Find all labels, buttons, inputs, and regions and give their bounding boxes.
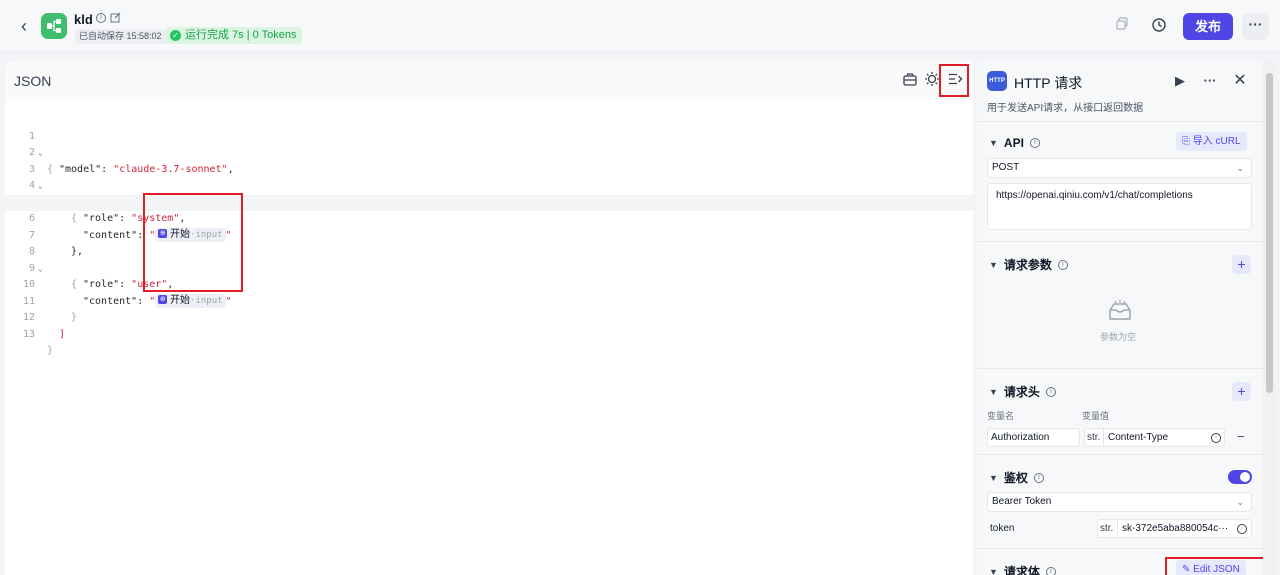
col-header-value: 变量值 [1082,411,1110,421]
auth-toggle[interactable] [1228,470,1252,484]
auth-type-value: Bearer Token [992,496,1052,507]
params-section-title[interactable]: ▼ 请求参数 i [989,256,1068,273]
auth-type-select[interactable]: Bearer Token ⌄ [987,492,1252,512]
info-icon[interactable]: i [1045,566,1056,575]
method-value: POST [992,162,1020,173]
code-line: 3 ⌄ "messages": [ [5,145,973,208]
chevron-down-icon: ⌄ [1236,163,1244,173]
auth-section-title[interactable]: ▼ 鉴权 i [989,469,1044,486]
edit-icon[interactable] [110,12,121,26]
code-line: 13 } [5,310,973,357]
sun-icon[interactable] [924,71,942,89]
code-line-active: 6 "content": " ⊕ 开始·input " [5,194,973,242]
back-arrow-icon[interactable]: ‹ [14,16,34,36]
chevron-down-icon: ⌄ [1236,497,1244,507]
edit-json-button[interactable]: ✎ Edit JSON [1176,560,1246,575]
code-line: 1 ⌄ { [5,112,973,175]
copy-icon[interactable] [1115,17,1133,35]
code-line: 7 }, [5,211,973,258]
info-icon[interactable]: i [96,13,106,23]
params-section: ▼ 请求参数 i + 参数为空 [977,241,1263,368]
info-icon[interactable]: i [1033,472,1044,483]
url-input[interactable]: https://openai.qiniu.com/v1/chat/complet… [987,183,1252,230]
node-title[interactable]: HTTP 请求 [1014,73,1082,93]
col-header-name: 变量名 [987,411,1015,421]
editor-title: JSON [14,73,52,89]
method-select[interactable]: POST ⌄ [987,158,1252,178]
chevron-down-icon: ▼ [989,259,998,270]
run-status-badge[interactable]: ✓ 运行完成 7s | 0 Tokens [165,27,303,44]
add-param-button[interactable]: + [1232,255,1251,274]
empty-box-icon [1107,300,1133,322]
section-label: 请求参数 [1003,258,1052,272]
toolbox-icon[interactable] [902,71,920,89]
header-type-tag[interactable]: str. [1084,428,1103,447]
token-label: token [990,523,1015,534]
code-line: 5 "role": "system", [5,178,973,225]
header-value-input[interactable]: Content-Type [1103,428,1225,447]
top-bar: ‹ kld i 已自动保存 15:58:02 ✓ 运行完成 7s | 0 Tok… [0,0,1280,52]
variable-picker-icon[interactable]: · [1211,433,1221,443]
check-circle-icon: ✓ [170,30,181,41]
headers-section-title[interactable]: ▼ 请求头 i [989,383,1056,400]
code-area[interactable]: 1 ⌄ { 2 "model": "claude-3.7-sonnet", 3 … [5,112,973,357]
info-icon[interactable]: i [1045,386,1056,397]
chevron-down-icon: ▼ [989,138,998,148]
run-play-icon[interactable]: ▶ [1171,72,1189,90]
params-empty-text: 参数为空 [1100,332,1137,342]
scrollbar-thumb[interactable] [1266,73,1273,393]
publish-button[interactable]: 发布 [1183,13,1233,40]
header-name-input[interactable]: Authorization [987,428,1080,447]
section-label: 请求头 [1003,385,1040,399]
format-indent-icon[interactable] [947,71,965,89]
section-label: 鉴权 [1003,471,1028,485]
section-label: API [1003,136,1024,150]
http-node-icon: HTTP [987,71,1007,91]
panel-scrollbar[interactable] [1263,61,1275,575]
chevron-down-icon: ▼ [989,472,998,483]
chevron-down-icon: ▼ [989,386,998,397]
node-description: 用于发送API请求，从接口返回数据 [987,103,1144,114]
body-section-title[interactable]: ▼ 请求体 i [989,563,1056,575]
remove-header-icon[interactable]: − [1237,429,1245,444]
headers-section: ▼ 请求头 i + 变量名 变量值 Authorization str. Conte… [977,368,1263,454]
body-section: ▼ 请求体 i ✎ Edit JSON [977,548,1263,575]
code-line: 10 "content": " ⊕ 开始·input " [5,261,973,308]
autosave-status: 已自动保存 15:58:02 [75,29,166,44]
close-icon[interactable]: ✕ [1231,72,1249,90]
code-line: 11 } [5,277,973,324]
section-label: 请求体 [1003,565,1040,575]
info-icon[interactable]: i [1029,138,1040,148]
token-type-tag[interactable]: str. [1097,519,1117,538]
variable-picker-icon[interactable]: · [1237,524,1247,534]
auth-section: ▼ 鉴权 i Bearer Token ⌄ token str. sk-372e5ab… [977,454,1263,548]
app-name: kld [74,12,93,27]
editor-header: JSON [5,61,973,99]
code-line: 4 ⌄ { [5,162,973,224]
code-line: 8 ⌄ { [5,228,973,290]
more-icon[interactable]: ··· [1201,72,1219,90]
line-number: 13 [22,328,35,340]
info-icon[interactable]: i [1057,259,1068,270]
app-logo-icon [41,13,67,39]
history-icon[interactable] [1151,17,1169,35]
import-curl-label: 导入 cURL [1192,136,1241,147]
api-section-title[interactable]: ▼ API i [989,136,1040,150]
code-line: 9 "role": "user", [5,244,973,291]
http-node-panel: HTTP HTTP 请求 ▶ ··· ✕ 用于发送API请求，从接口返回数据 ▼… [977,61,1263,575]
add-header-button[interactable]: + [1232,382,1251,401]
import-icon: ⎘ [1182,136,1190,147]
token-input[interactable]: sk-372e5aba880054c··· [1117,519,1252,538]
run-status-text: 运行完成 7s | 0 Tokens [185,29,297,41]
code-line: 12 ] [5,294,973,340]
import-curl-button[interactable]: ⎘ 导入 cURL [1176,132,1247,151]
api-section: ▼ API i ⎘ 导入 cURL POST ⌄ https://openai.qin… [977,121,1263,241]
more-menu-button[interactable]: ··· [1242,13,1269,40]
edit-json-label: Edit JSON [1193,564,1240,575]
code-line: 2 "model": "claude-3.7-sonnet", [5,129,973,175]
chevron-down-icon: ▼ [989,566,998,575]
json-editor: JSON 1 ⌄ { 2 "model": "claude-3.7-sonnet… [5,61,973,575]
edit-icon: ✎ [1182,564,1191,575]
